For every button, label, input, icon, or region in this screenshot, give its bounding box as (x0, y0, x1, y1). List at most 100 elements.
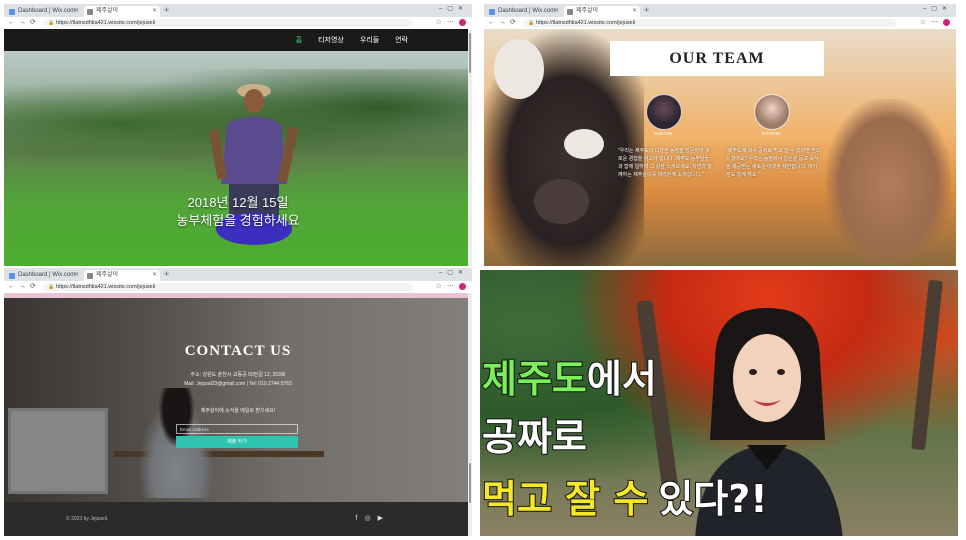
tab-strip: Dashboard | Wix.com ✕ 제주살이 ✕ + –▢✕ (4, 268, 472, 281)
tab-site[interactable]: 제주살이 ✕ (564, 6, 640, 17)
toolbar-icons[interactable]: ☆⋯ (436, 18, 466, 26)
hero-tagline: 농부체험을 경험하세요 (176, 213, 300, 228)
hero-background (4, 29, 472, 266)
thumbnail-text-white: 있다?! (657, 477, 768, 521)
close-tab-icon[interactable]: ✕ (152, 270, 157, 281)
tab-site[interactable]: 제주살이 ✕ (84, 270, 160, 281)
nav-about-us[interactable]: 우리들 (360, 37, 379, 44)
close-tab-icon[interactable]: ✕ (74, 270, 79, 281)
toolbar-icons[interactable]: ☆⋯ (920, 18, 950, 26)
scrollbar-thumb[interactable] (469, 463, 471, 503)
site-footer: © 2023 by Jejuseli. f◎▶ (4, 502, 472, 536)
youtube-icon[interactable]: ▶ (378, 515, 390, 522)
wix-favicon-icon (9, 273, 15, 279)
url-field[interactable]: 🔒 https://tlatnsdhtia421.wixsite.com/jej… (44, 19, 412, 27)
profile-avatar-icon[interactable] (943, 18, 950, 26)
thumbnail-title-line3: 먹고 잘 수 있다?! (481, 477, 769, 521)
member1-name: SUNJUN (653, 131, 673, 136)
close-tab-icon[interactable]: ✕ (74, 6, 79, 17)
screenshot-panel-team: Dashboard | Wix.com ✕ 제주살이 ✕ + –▢✕ ←→⟳ 🔒… (484, 4, 956, 266)
thumbnail-text-white: 에서 (586, 357, 658, 401)
team-title: OUR TEAM (610, 41, 824, 76)
new-tab-icon[interactable]: + (644, 5, 649, 15)
member2-avatar (754, 94, 790, 130)
brown-cow-photo (826, 99, 951, 266)
tab-dashboard[interactable]: Dashboard | Wix.com ✕ (6, 6, 82, 17)
screenshot-panel-home: Dashboard | Wix.com ✕ 제주살이 ✕ + –▢✕ ←→⟳ 🔒… (4, 4, 472, 266)
lock-icon: 🔒 (48, 284, 55, 290)
hero-caption: 2018년 12월 15일 농부체험을 경험하세요 (4, 194, 472, 230)
hero-date: 2018년 12월 15일 (187, 195, 289, 210)
lock-icon: 🔒 (48, 20, 55, 26)
member2-bio: "제주도에 와서 공짜로 먹고 잘 수 있다면 믿으시겠어요? 우리는 농장에서… (726, 148, 821, 178)
subscribe-text: 제주살이에 소식을 메일로 받으세요! (200, 408, 276, 414)
browser-chrome: Dashboard | Wix.com ✕ 제주살이 ✕ + –▢✕ ←→⟳ 🔒… (4, 4, 472, 30)
url-text: https://tlatnsdhtia421.wixsite.com/jejus… (56, 284, 156, 290)
window-controls[interactable]: –▢✕ (923, 5, 952, 12)
url-text: https://tlatnsdhtia421.wixsite.com/jejus… (56, 20, 156, 26)
site-favicon-icon (87, 9, 93, 15)
nav-contact[interactable]: 연락 (395, 37, 408, 44)
instagram-icon[interactable]: ◎ (365, 515, 378, 522)
thumbnail-text-yellow: 먹고 잘 수 (481, 477, 649, 521)
page-content: 홈 티저영상 우리들 연락 2018년 12월 15일 농부체험을 경험하세요 (4, 29, 472, 266)
close-tab-icon[interactable]: ✕ (152, 6, 157, 17)
site-nav-menu: 홈 티저영상 우리들 연락 (282, 35, 408, 45)
url-field[interactable]: 🔒 https://tlatnsdhtia421.wixsite.com/jej… (44, 283, 412, 291)
url-text: https://tlatnsdhtia421.wixsite.com/jejus… (536, 20, 636, 26)
thumbnail-text-white: 공짜로 (481, 415, 588, 459)
lock-icon: 🔒 (528, 20, 535, 26)
tab-dashboard[interactable]: Dashboard | Wix.com ✕ (486, 6, 562, 17)
footer-copyright: © 2023 by Jejuseli. (66, 516, 109, 522)
member1-bio: "우리는 제주도의 다양한 농장을 방문하며 새로운 경험을 하고자 합니다. … (618, 148, 712, 178)
tab-strip: Dashboard | Wix.com ✕ 제주살이 ✕ + –▢✕ (4, 4, 472, 17)
nav-teaser[interactable]: 티저영상 (318, 37, 344, 44)
browser-chrome: Dashboard | Wix.com ✕ 제주살이 ✕ + –▢✕ ←→⟳ 🔒… (484, 4, 956, 30)
navigation-icons[interactable]: ←→⟳ (488, 18, 520, 26)
contact-address: 주소: 강원도 춘천시 교동공 50번길 12, 303호 (190, 372, 286, 378)
window-controls[interactable]: –▢✕ (439, 269, 468, 276)
thumbnail-title-line1: 제주도에서 (481, 357, 658, 401)
wix-favicon-icon (9, 9, 15, 15)
navigation-icons[interactable]: ←→⟳ (8, 282, 40, 290)
contact-title: CONTACT US (184, 343, 292, 359)
tab-site[interactable]: 제주살이 ✕ (84, 6, 160, 17)
screenshot-panel-contact: Dashboard | Wix.com ✕ 제주살이 ✕ + –▢✕ ←→⟳ 🔒… (4, 268, 472, 536)
site-favicon-icon (567, 9, 573, 15)
profile-avatar-icon[interactable] (459, 18, 466, 26)
page-content: CONTACT US 주소: 강원도 춘천시 교동공 50번길 12, 303호… (4, 293, 472, 536)
social-links: f◎▶ (356, 514, 390, 522)
member2-name: SOYEON (761, 131, 781, 136)
scrollbar[interactable] (468, 293, 472, 536)
new-tab-icon[interactable]: + (164, 269, 169, 279)
navigation-icons[interactable]: ←→⟳ (8, 18, 40, 26)
tab-title: Dashboard | Wix.com (498, 8, 556, 14)
tab-title: Dashboard | Wix.com (18, 8, 76, 14)
url-field[interactable]: 🔒 https://tlatnsdhtia421.wixsite.com/jej… (524, 19, 896, 27)
tab-title: 제주살이 (576, 8, 599, 14)
facebook-icon[interactable]: f (356, 515, 365, 522)
close-tab-icon[interactable]: ✕ (632, 6, 637, 17)
nav-home[interactable]: 홈 (296, 37, 302, 44)
new-tab-icon[interactable]: + (164, 5, 169, 15)
page-content: OUR TEAM SUNJUN SOYEON "우리는 제주도의 다양한 농장을… (484, 29, 956, 266)
dark-overlay (4, 293, 472, 536)
profile-avatar-icon[interactable] (459, 282, 466, 290)
wix-favicon-icon (489, 9, 495, 15)
site-header: 홈 티저영상 우리들 연락 (4, 29, 472, 51)
window-controls[interactable]: –▢✕ (439, 5, 468, 12)
tab-strip: Dashboard | Wix.com ✕ 제주살이 ✕ + –▢✕ (484, 4, 956, 17)
submit-button[interactable]: 제출 하기 (176, 436, 298, 448)
video-thumbnail-panel: 제주도에서 공짜로 먹고 잘 수 있다?! (480, 270, 958, 536)
email-field[interactable]: Email Address (176, 424, 298, 434)
close-tab-icon[interactable]: ✕ (554, 6, 559, 17)
thumbnail-title-line2: 공짜로 (481, 415, 588, 459)
toolbar-icons[interactable]: ☆⋯ (436, 282, 466, 290)
tab-dashboard[interactable]: Dashboard | Wix.com ✕ (6, 270, 82, 281)
cow-nose (534, 179, 589, 224)
cow-patch (494, 39, 544, 99)
thumbnail-text-green: 제주도 (481, 357, 588, 401)
scrollbar-thumb[interactable] (469, 33, 471, 73)
tab-title: 제주살이 (96, 272, 119, 278)
scrollbar[interactable] (468, 29, 472, 266)
